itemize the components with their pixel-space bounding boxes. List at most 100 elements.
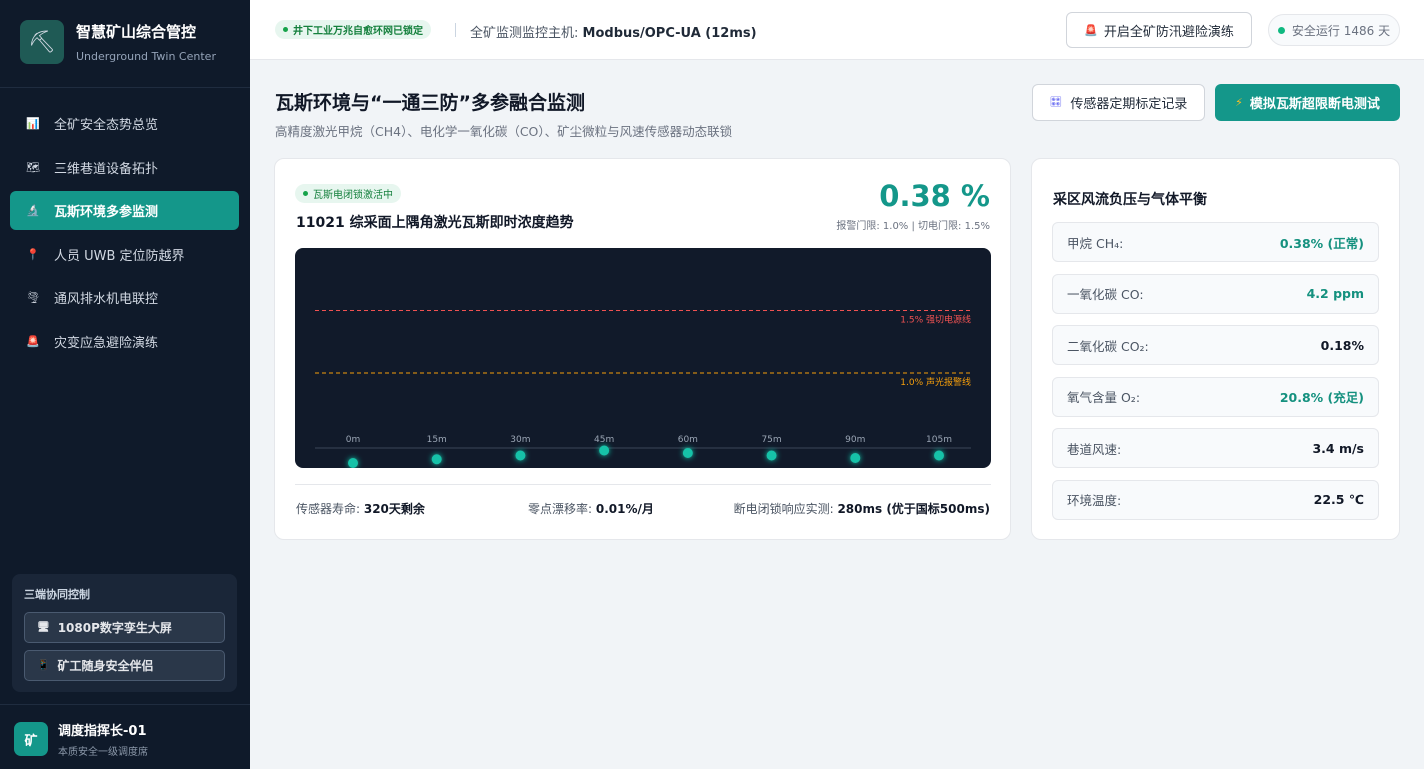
x-tick-label: 30m: [510, 435, 530, 445]
x-tick-label: 105m: [926, 435, 952, 445]
zero-drift-stat: 零点漂移率: 0.01%/月: [528, 500, 654, 517]
x-tick-label: 15m: [427, 435, 447, 445]
header-separator: [455, 23, 456, 37]
list-item: 甲烷 CH₄: 0.38% (正常): [1052, 222, 1379, 262]
page-subtitle: 高精度激光甲烷（CH4）、电化学一氧化碳（CO）、矿尘微粒与风速传感器动态联锁: [275, 124, 733, 139]
sidebar-item-emergency-drill[interactable]: 🚨 灾变应急避险演练: [10, 322, 239, 361]
page-title: 瓦斯环境与“一通三防”多参融合监测: [275, 92, 585, 114]
network-status-text: 井下工业万兆自愈环网已锁定: [293, 26, 423, 37]
bar-chart-icon: 📊: [26, 117, 40, 130]
list-item: 氧气含量 O₂: 20.8% (充足): [1052, 376, 1379, 417]
data-point: [599, 445, 610, 456]
user-role: 本质安全一级调度席: [58, 747, 148, 758]
x-tick-label: 75m: [761, 435, 781, 445]
data-point: [934, 450, 944, 461]
chart-title: 11021 综采面上隅角激光瓦斯即时浓度趋势: [296, 215, 574, 231]
data-point: [348, 458, 358, 468]
row-value: 0.18%: [1320, 337, 1364, 353]
x-tick-label: 60m: [678, 435, 698, 445]
row-label: 甲烷 CH₄:: [1067, 235, 1124, 251]
phone-icon: 📱: [37, 660, 50, 671]
network-status-badge: 井下工业万兆自愈环网已锁定: [275, 20, 431, 39]
row-value: 22.5 ℃: [1313, 492, 1364, 508]
siren-icon: 🚨: [26, 334, 40, 348]
sidebar-item-label: 全矿安全态势总览: [54, 118, 159, 133]
user-divider: [0, 704, 250, 705]
safe-days-pill: 安全运行 1486 天: [1268, 14, 1400, 46]
list-item: 一氧化碳 CO: 4.2 ppm: [1052, 273, 1379, 314]
sidebar-item-label: 三维巷道设备拓扑: [54, 161, 159, 177]
sidebar-item-overview[interactable]: 📊 全矿安全态势总览: [10, 104, 239, 143]
row-value: 3.4 m/s: [1312, 440, 1364, 456]
miner-companion-button[interactable]: 📱 矿工随身安全伴侣: [24, 650, 225, 681]
status-dot-icon: [1277, 26, 1285, 34]
stat-label: 零点漂移率:: [528, 502, 596, 516]
list-item: 巷道风速: 3.4 m/s: [1052, 428, 1379, 469]
data-point: [766, 450, 777, 461]
gas-trend-card: 瓦斯电闭锁激活中 11021 综采面上隅角激光瓦斯即时浓度趋势 0.38 % 报…: [274, 158, 1011, 540]
pickaxe-icon: ⛏: [20, 20, 64, 64]
row-label: 一氧化碳 CO:: [1067, 287, 1144, 303]
row-label: 巷道风速:: [1067, 441, 1122, 457]
avatar: 矿: [14, 722, 48, 756]
brand: ⛏ 智慧矿山综合管控 Underground Twin Center: [20, 20, 216, 64]
row-value: 4.2 ppm: [1306, 286, 1364, 302]
x-tick-label: 0m: [346, 435, 361, 445]
control-knobs-icon: 🎛: [1049, 97, 1063, 108]
microscope-icon: 🔬: [26, 204, 40, 218]
sidebar-item-gas-monitor[interactable]: 🔬 瓦斯环境多参监测: [10, 191, 239, 231]
threshold-label: 1.0% 声光报警线: [900, 376, 971, 388]
data-point: [850, 453, 861, 463]
host-label: 全矿监测监控主机:: [470, 26, 583, 41]
map-icon: 🗺: [26, 160, 40, 174]
status-dot-icon: [283, 27, 288, 32]
data-point: [515, 450, 526, 461]
stat-label: 传感器寿命:: [296, 502, 364, 516]
sidebar-item-label: 通风排水机电联控: [54, 292, 159, 308]
threshold-label: 1.5% 强切电源线: [900, 314, 971, 326]
gas-trend-chart: 1.5% 强切电源线 1.0% 声光报警线 0m 15m 30m 45m 60m 75m 90…: [295, 248, 991, 468]
sidebar-item-topology[interactable]: 🗺 三维巷道设备拓扑: [10, 148, 239, 187]
row-label: 环境温度:: [1067, 493, 1122, 509]
miner-companion-label: 矿工随身安全伴侣: [57, 659, 154, 673]
sidebar-divider: [0, 87, 250, 88]
chart-svg: 1.5% 强切电源线 1.0% 声光报警线 0m 15m 30m 45m 60m 75m 90…: [315, 310, 971, 468]
simulate-cutoff-button[interactable]: ⚡ 模拟瓦斯超限断电测试: [1215, 84, 1400, 121]
twin-screen-button[interactable]: 🖥 1080P数字孪生大屏: [24, 612, 225, 643]
user-profile[interactable]: 矿 调度指挥长-01 本质安全一级调度席: [14, 720, 148, 758]
host-info: 全矿监测监控主机: Modbus/OPC-UA (12ms): [470, 22, 757, 41]
stat-label: 断电闭锁响应实测:: [733, 502, 838, 516]
host-value: Modbus/OPC-UA (12ms): [582, 26, 757, 41]
sidebar-item-ventilation[interactable]: 🌪 通风排水机电联控: [10, 278, 239, 317]
current-concentration: 0.38 %: [879, 179, 990, 213]
status-dot-icon: [303, 191, 308, 196]
top-header: 井下工业万兆自愈环网已锁定 全矿监测监控主机: Modbus/OPC-UA (1…: [250, 0, 1424, 60]
row-label: 二氧化碳 CO₂:: [1067, 338, 1149, 354]
sidebar-item-uwb-positioning[interactable]: 📍 人员 UWB 定位防越界: [10, 235, 239, 274]
stat-value: 280ms (优于国标500ms): [837, 502, 990, 516]
pin-icon: 📍: [26, 247, 40, 261]
calibration-records-button[interactable]: 🎛 传感器定期标定记录: [1032, 84, 1205, 121]
response-time-stat: 断电闭锁响应实测: 280ms (优于国标500ms): [734, 500, 990, 517]
balance-list: 甲烷 CH₄: 0.38% (正常) 一氧化碳 CO: 4.2 ppm 二氧化碳…: [1052, 222, 1379, 532]
x-tick-label: 90m: [845, 435, 865, 445]
sidebar-item-label: 瓦斯环境多参监测: [54, 205, 159, 221]
siren-icon: 🚨: [1084, 23, 1098, 37]
calibration-records-label: 传感器定期标定记录: [1070, 97, 1188, 112]
collab-panel: 三端协同控制 🖥 1080P数字孪生大屏 📱 矿工随身安全伴侣: [12, 574, 237, 692]
sidebar-item-label: 灾变应急避险演练: [54, 335, 159, 351]
list-item: 环境温度: 22.5 ℃: [1052, 479, 1379, 520]
threshold-note: 报警门限: 1.0% | 切电门限: 1.5%: [836, 221, 990, 232]
sidebar-item-label: 人员 UWB 定位防越界: [54, 248, 185, 264]
lock-status-badge: 瓦斯电闭锁激活中: [295, 184, 401, 203]
x-tick-label: 45m: [594, 435, 614, 445]
monitor-icon: 🖥: [37, 622, 50, 633]
sensor-life-stat: 传感器寿命: 320天剩余: [296, 500, 425, 517]
row-label: 氧气含量 O₂:: [1067, 390, 1141, 406]
lock-status-text: 瓦斯电闭锁激活中: [313, 190, 393, 201]
app-subtitle: Underground Twin Center: [76, 50, 216, 63]
flood-drill-button[interactable]: 🚨 开启全矿防汛避险演练: [1066, 12, 1252, 48]
safe-days-text: 安全运行 1486 天: [1291, 23, 1391, 38]
app-title: 智慧矿山综合管控: [76, 23, 197, 41]
sidebar-nav: 📊 全矿安全态势总览 🗺 三维巷道设备拓扑 🔬 瓦斯环境多参监测 📍 人员 UW…: [10, 104, 239, 366]
